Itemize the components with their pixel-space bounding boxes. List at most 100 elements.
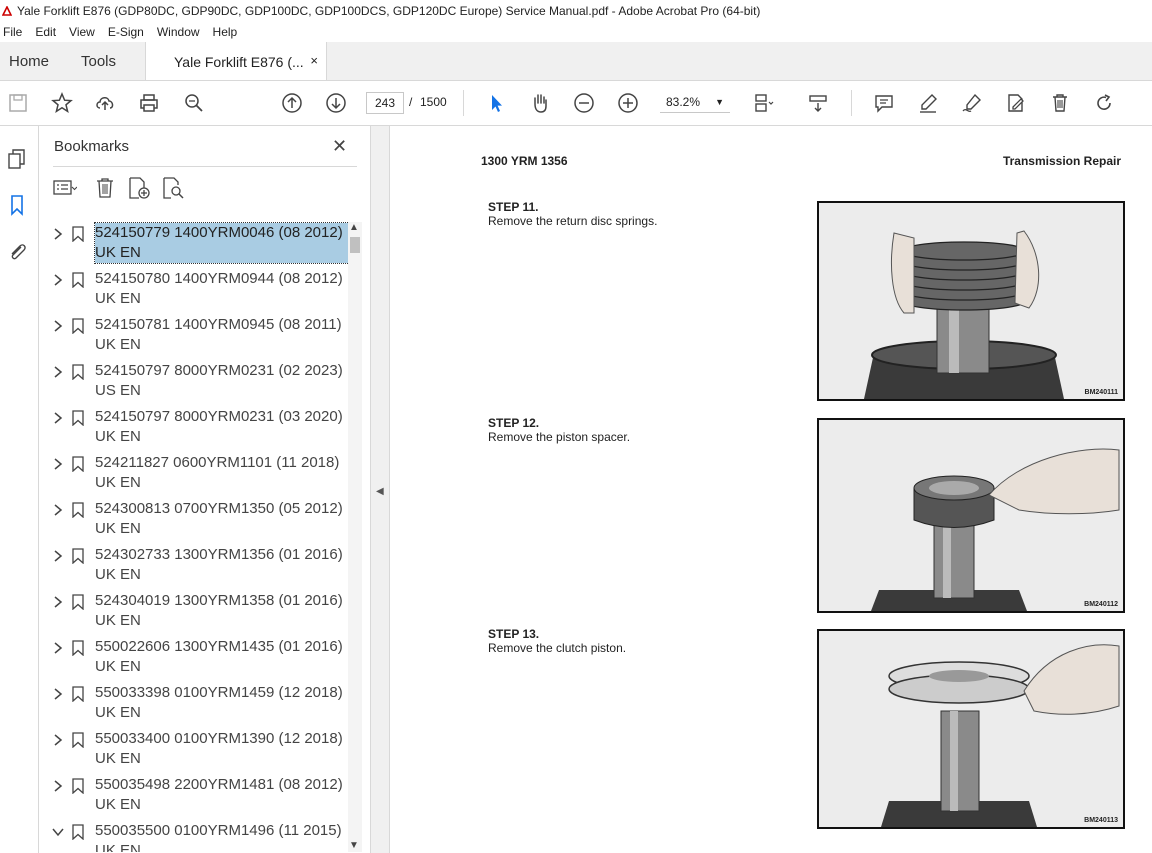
tab-home[interactable]: Home (9, 53, 49, 70)
bookmark-item[interactable]: 524150780 1400YRM0944 (08 2012) UK EN (41, 268, 351, 314)
bookmark-icon (71, 318, 85, 335)
bookmark-label-line2: US EN (95, 382, 141, 399)
select-cursor-icon[interactable] (484, 91, 508, 115)
options-menu-icon[interactable] (53, 176, 77, 200)
chevron-right-icon[interactable] (52, 779, 64, 793)
attachment-icon[interactable] (6, 240, 28, 262)
scrollbar-thumb[interactable] (350, 237, 360, 253)
new-bookmark-icon[interactable] (127, 176, 151, 200)
menu-view[interactable]: View (69, 25, 95, 39)
menu-bar: File Edit View E-Sign Window Help (0, 22, 1152, 42)
sign-icon[interactable] (960, 91, 984, 115)
edit-pdf-icon[interactable] (1004, 91, 1028, 115)
chevron-right-icon[interactable] (52, 457, 64, 471)
star-icon[interactable] (50, 91, 74, 115)
bookmark-label-line2: UK EN (95, 428, 141, 445)
highlight-pen-icon[interactable] (916, 91, 940, 115)
chevron-down-icon: ▼ (715, 97, 724, 107)
document-page: 1300 YRM 1356 Transmission Repair STEP 1… (390, 126, 1152, 853)
bookmark-label-line2: UK EN (95, 566, 141, 583)
chevron-right-icon[interactable] (52, 365, 64, 379)
bookmark-item[interactable]: 550035498 2200YRM1481 (08 2012) UK EN (41, 774, 351, 820)
bookmark-label-line2: UK EN (95, 612, 141, 629)
zoom-out-icon[interactable] (572, 91, 596, 115)
chevron-right-icon[interactable] (52, 549, 64, 563)
bookmark-item[interactable]: 524150797 8000YRM0231 (02 2023) US EN (41, 360, 351, 406)
bookmark-label-line2: UK EN (95, 244, 141, 261)
chevron-right-icon[interactable] (52, 687, 64, 701)
tab-tools[interactable]: Tools (81, 53, 116, 70)
bookmark-icon (71, 824, 85, 841)
bookmark-icon (71, 272, 85, 289)
chevron-right-icon[interactable] (52, 411, 64, 425)
find-bookmark-icon[interactable] (161, 176, 185, 200)
tab-document[interactable]: Yale Forklift E876 (... × (145, 42, 327, 80)
bookmark-scrollbar[interactable] (348, 222, 362, 852)
redo-icon[interactable] (1092, 91, 1116, 115)
close-tab-icon[interactable]: × (310, 53, 318, 68)
print-icon[interactable] (137, 91, 161, 115)
save-icon[interactable] (6, 91, 30, 115)
step-text: Remove the clutch piston. (488, 641, 627, 655)
scroll-up-icon[interactable]: ▲ (349, 222, 359, 233)
panel-collapse-bar[interactable]: ◀ (371, 126, 390, 853)
bookmark-label-line1: 524304019 1300YRM1358 (01 2016) (95, 592, 343, 609)
menu-esign[interactable]: E-Sign (108, 25, 144, 39)
menu-window[interactable]: Window (157, 25, 200, 39)
zoom-select[interactable]: 83.2% ▼ (660, 92, 730, 113)
bookmark-item[interactable]: 524304019 1300YRM1358 (01 2016) UK EN (41, 590, 351, 636)
scroll-mode-icon[interactable] (806, 91, 830, 115)
bookmark-label-line2: UK EN (95, 796, 141, 813)
chevron-right-icon[interactable] (52, 319, 64, 333)
chevron-right-icon[interactable] (52, 227, 64, 241)
page-thumbnails-icon[interactable] (6, 148, 28, 170)
bookmark-label-line1: 524150779 1400YRM0046 (08 2012) (95, 224, 343, 241)
figure-image: BM240112 (817, 418, 1125, 613)
tab-document-label: Yale Forklift E876 (... (174, 54, 304, 70)
scroll-down-icon[interactable]: ▼ (349, 840, 359, 851)
bookmark-item[interactable]: 524300813 0700YRM1350 (05 2012) UK EN (41, 498, 351, 544)
bookmark-item[interactable]: 524302733 1300YRM1356 (01 2016) UK EN (41, 544, 351, 590)
bookmark-label: 524211827 0600YRM1101 (11 2018) UK EN (95, 453, 349, 493)
menu-edit[interactable]: Edit (35, 25, 56, 39)
figure-image: BM240111 (817, 201, 1125, 401)
bookmark-label-line1: 524302733 1300YRM1356 (01 2016) (95, 546, 343, 563)
bookmark-label-line1: 524150797 8000YRM0231 (02 2023) (95, 362, 343, 379)
close-panel-icon[interactable]: ✕ (332, 136, 347, 157)
delete-bookmark-icon[interactable] (93, 176, 117, 200)
bookmark-item[interactable]: 550022606 1300YRM1435 (01 2016) UK EN (41, 636, 351, 682)
bookmark-item[interactable]: 550033400 0100YRM1390 (12 2018) UK EN (41, 728, 351, 774)
delete-icon[interactable] (1048, 91, 1072, 115)
menu-file[interactable]: File (3, 25, 22, 39)
next-page-icon[interactable] (324, 91, 348, 115)
bookmark-label-line2: UK EN (95, 336, 141, 353)
menu-help[interactable]: Help (213, 25, 238, 39)
chevron-right-icon[interactable] (52, 641, 64, 655)
panel-title: Bookmarks (54, 138, 130, 155)
bookmark-item[interactable]: 550035500 0100YRM1496 (11 2015) UK EN (41, 820, 351, 852)
bookmark-label: 524150797 8000YRM0231 (03 2020) UK EN (95, 407, 349, 447)
bookmark-item[interactable]: 550033398 0100YRM1459 (12 2018) UK EN (41, 682, 351, 728)
cloud-upload-icon[interactable] (93, 91, 117, 115)
page-display-icon[interactable] (752, 91, 776, 115)
previous-page-icon[interactable] (280, 91, 304, 115)
zoom-search-icon[interactable] (182, 91, 206, 115)
comment-icon[interactable] (872, 91, 896, 115)
step-block: STEP 13. Remove the clutch piston. (488, 627, 626, 655)
chevron-right-icon[interactable] (52, 733, 64, 747)
bookmark-label-line2: UK EN (95, 750, 141, 767)
bookmark-item[interactable]: 524150797 8000YRM0231 (03 2020) UK EN (41, 406, 351, 452)
chevron-down-icon[interactable] (52, 825, 64, 839)
chevron-right-icon[interactable] (52, 595, 64, 609)
zoom-in-icon[interactable] (616, 91, 640, 115)
page-number-input[interactable]: 243 (366, 92, 404, 114)
chevron-right-icon[interactable] (52, 503, 64, 517)
collapse-arrow-icon[interactable]: ◀ (376, 486, 384, 497)
figure-caption: BM240112 (1084, 601, 1118, 608)
bookmark-item[interactable]: 524150781 1400YRM0945 (08 2011) UK EN (41, 314, 351, 360)
hand-tool-icon[interactable] (528, 91, 552, 115)
chevron-right-icon[interactable] (52, 273, 64, 287)
bookmark-panel-icon[interactable] (6, 194, 28, 216)
bookmark-item[interactable]: 524211827 0600YRM1101 (11 2018) UK EN (41, 452, 351, 498)
bookmark-item[interactable]: 524150779 1400YRM0046 (08 2012) UK EN (41, 222, 351, 268)
